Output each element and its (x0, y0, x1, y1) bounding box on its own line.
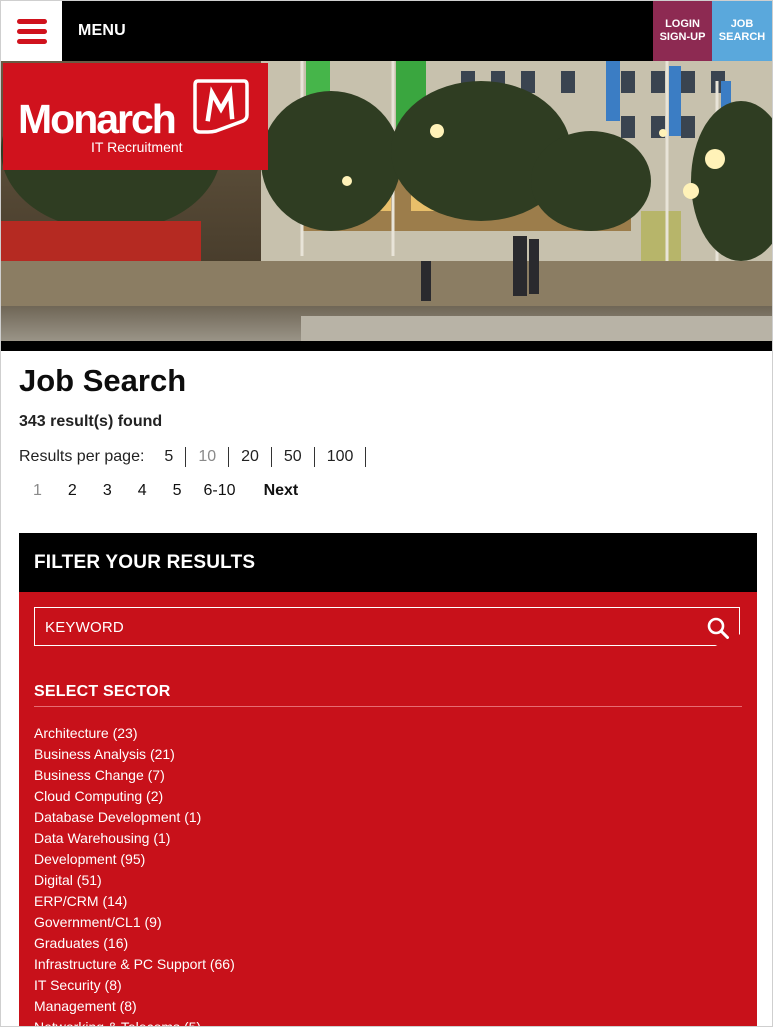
rpp-option-100[interactable]: 100 (315, 447, 367, 467)
page-link-5[interactable]: 5 (173, 482, 182, 500)
pagination: 1 2 3 4 5 6-10 Next (19, 482, 298, 500)
result-count: 343 result(s) found (19, 413, 163, 430)
job-search-button[interactable]: JOB SEARCH (712, 1, 772, 61)
top-nav-bar: MENU LOGIN SIGN-UP JOB SEARCH (1, 1, 772, 61)
sector-item-management[interactable]: Management (8) (34, 996, 235, 1017)
sector-item-business-analysis[interactable]: Business Analysis (21) (34, 744, 235, 765)
results-per-page-label: Results per page: (19, 448, 145, 465)
select-sector-heading: SELECT SECTOR (34, 683, 171, 700)
signup-label: SIGN-UP (659, 31, 706, 43)
filter-title: FILTER YOUR RESULTS (34, 552, 256, 573)
monarch-m-logo-icon (193, 79, 249, 134)
sector-divider (34, 706, 742, 707)
keyword-input[interactable] (39, 611, 683, 643)
page: MENU LOGIN SIGN-UP JOB SEARCH Monarch IT… (0, 0, 773, 1027)
sector-item-government-cl1[interactable]: Government/CL1 (9) (34, 912, 235, 933)
sector-item-graduates[interactable]: Graduates (16) (34, 933, 235, 954)
page-title: Job Search (19, 363, 187, 398)
hamburger-icon-line (16, 38, 47, 44)
hamburger-icon-line (16, 18, 47, 24)
monarch-logo[interactable]: Monarch IT Recruitment (3, 63, 268, 170)
sector-item-database-development[interactable]: Database Development (1) (34, 807, 235, 828)
page-link-2[interactable]: 2 (68, 482, 77, 500)
sector-list: Architecture (23) Business Analysis (21)… (34, 723, 235, 1026)
page-link-6-10[interactable]: 6-10 (204, 482, 236, 500)
sector-item-infrastructure-pc-support[interactable]: Infrastructure & PC Support (66) (34, 954, 235, 975)
next-page-link[interactable]: Next (264, 482, 299, 500)
rpp-option-20[interactable]: 20 (229, 447, 272, 467)
sector-item-development[interactable]: Development (95) (34, 849, 235, 870)
login-signup-button[interactable]: LOGIN SIGN-UP (653, 1, 712, 61)
search-icon[interactable] (707, 617, 729, 639)
login-label: LOGIN (665, 18, 700, 30)
hero-divider (1, 341, 772, 351)
search-label: SEARCH (718, 31, 766, 43)
rpp-option-5[interactable]: 5 (152, 447, 187, 467)
rpp-option-10: 10 (186, 447, 230, 467)
sector-item-digital[interactable]: Digital (51) (34, 870, 235, 891)
rpp-option-50[interactable]: 50 (272, 447, 315, 467)
menu-label[interactable]: MENU (78, 22, 126, 40)
keyword-placeholder: KEYWORD (45, 619, 124, 636)
sector-item-networking-telecoms[interactable]: Networking & Telecoms (5) (34, 1017, 235, 1026)
page-link-3[interactable]: 3 (103, 482, 112, 500)
hamburger-icon-line (16, 28, 47, 34)
sector-item-erp-crm[interactable]: ERP/CRM (14) (34, 891, 235, 912)
logo-subtitle: IT Recruitment (91, 139, 183, 155)
sector-item-business-change[interactable]: Business Change (7) (34, 765, 235, 786)
job-label: JOB (730, 18, 754, 30)
page-link-1: 1 (33, 482, 42, 499)
menu-button[interactable] (1, 1, 62, 61)
sector-item-architecture[interactable]: Architecture (23) (34, 723, 235, 744)
sector-item-cloud-computing[interactable]: Cloud Computing (2) (34, 786, 235, 807)
logo-name: Monarch (18, 96, 177, 142)
filter-header: FILTER YOUR RESULTS (19, 533, 757, 592)
page-link-4[interactable]: 4 (138, 482, 147, 500)
sector-item-data-warehousing[interactable]: Data Warehousing (1) (34, 828, 235, 849)
sector-item-it-security[interactable]: IT Security (8) (34, 975, 235, 996)
results-per-page: Results per page: 5 10 20 50 100 (19, 447, 367, 467)
filter-panel: FILTER YOUR RESULTS KEYWORD SELECT SECTO… (19, 533, 757, 1026)
